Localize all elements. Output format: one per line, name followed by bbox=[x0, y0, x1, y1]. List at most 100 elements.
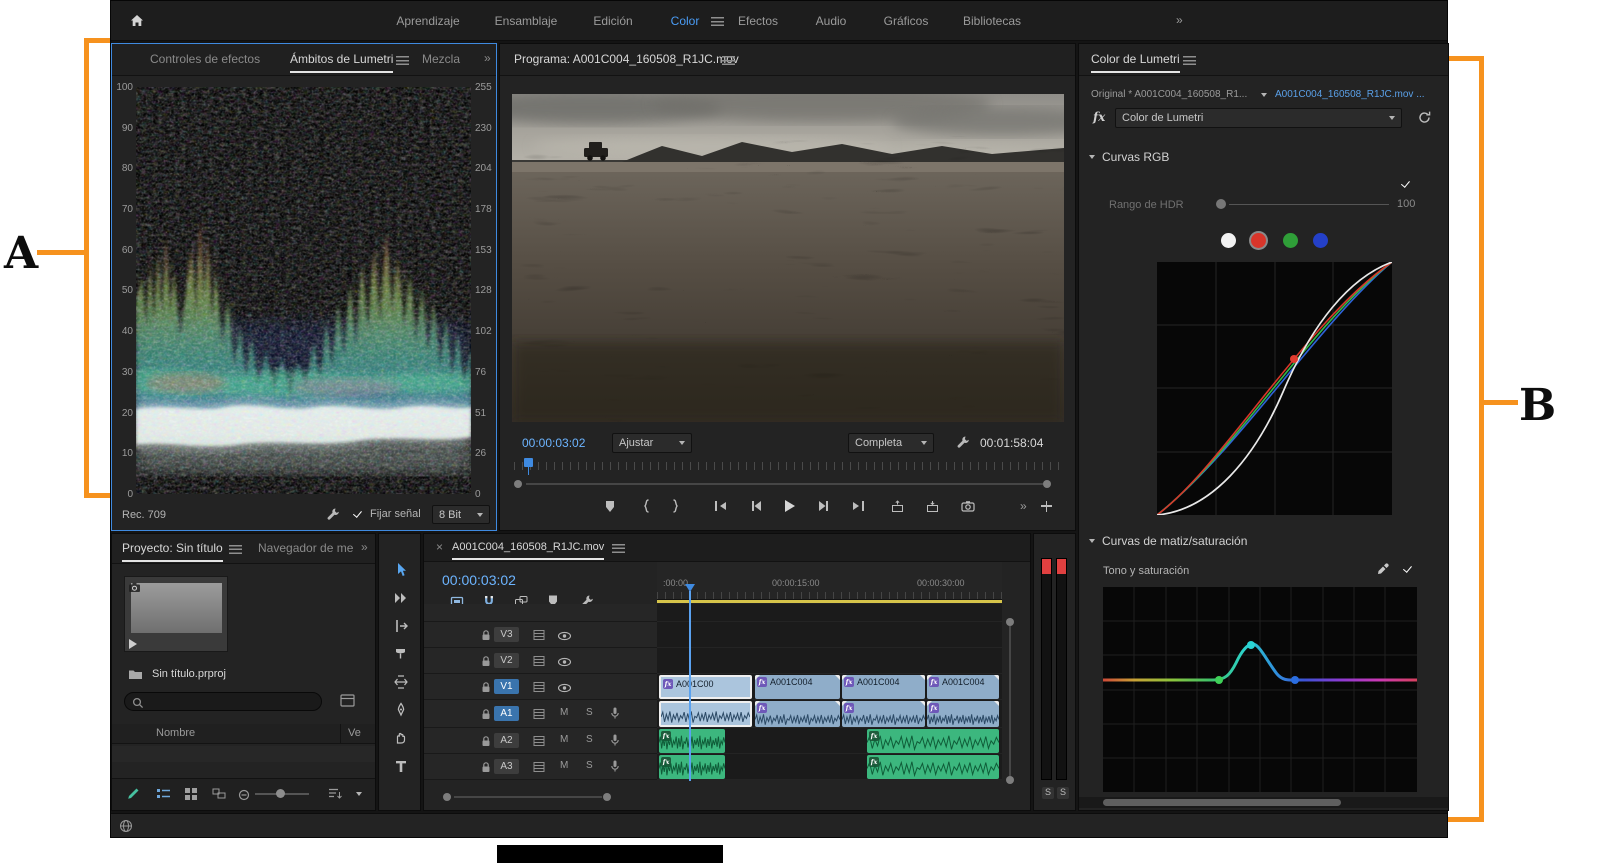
workspace-tab-edicion[interactable]: Edición bbox=[593, 14, 632, 28]
razor-tool-icon[interactable] bbox=[386, 642, 415, 666]
track-badge-a1[interactable]: A1 bbox=[494, 706, 519, 721]
mark-in-icon[interactable] bbox=[642, 494, 650, 518]
home-icon[interactable] bbox=[129, 13, 145, 34]
program-playhead[interactable] bbox=[524, 458, 533, 467]
export-frame-camera-icon[interactable] bbox=[961, 494, 975, 518]
timeline-vscroll-bottom-handle[interactable] bbox=[1006, 776, 1014, 784]
lock-icon[interactable] bbox=[479, 707, 493, 726]
writable-pen-icon[interactable] bbox=[126, 787, 140, 806]
column-header-name[interactable]: Nombre bbox=[156, 727, 195, 739]
add-marker-icon[interactable] bbox=[604, 494, 616, 518]
playback-quality-dropdown[interactable]: Completa bbox=[848, 433, 934, 453]
program-scrollbar-left-handle[interactable] bbox=[514, 480, 522, 488]
type-tool-icon[interactable] bbox=[386, 754, 415, 778]
timeline-zoom-left-handle[interactable] bbox=[443, 793, 451, 801]
track-v2[interactable] bbox=[657, 648, 1002, 674]
solo-button[interactable]: S bbox=[586, 707, 593, 718]
scope-settings-wrench-icon[interactable] bbox=[326, 507, 340, 526]
go-to-in-icon[interactable] bbox=[714, 494, 728, 518]
lock-icon[interactable] bbox=[479, 760, 493, 779]
ripple-edit-tool-icon[interactable] bbox=[386, 614, 415, 638]
program-scrollbar[interactable] bbox=[526, 483, 1043, 485]
workspace-tab-color[interactable]: Color bbox=[671, 14, 700, 28]
play-button-icon[interactable] bbox=[783, 494, 796, 518]
master-clip-chevron-icon[interactable] bbox=[1261, 93, 1267, 97]
source-track-icon[interactable] bbox=[532, 734, 546, 753]
lift-icon[interactable] bbox=[891, 494, 904, 518]
bit-depth-dropdown[interactable]: 8 Bit bbox=[432, 505, 490, 524]
hdr-range-slider-track[interactable] bbox=[1229, 204, 1389, 205]
mute-button[interactable]: M bbox=[560, 707, 568, 718]
timeline-vertical-scrollbar[interactable] bbox=[1009, 626, 1011, 776]
audio-clip-green[interactable]: fx bbox=[659, 729, 725, 753]
track-v3[interactable] bbox=[657, 622, 1002, 648]
fit-mode-dropdown[interactable]: Ajustar bbox=[612, 433, 692, 453]
transport-overflow-button[interactable]: » bbox=[1020, 494, 1027, 518]
timeline-tab[interactable]: A001C004_160508_R1JC.mov bbox=[452, 541, 605, 560]
audio-clip-green[interactable]: fx bbox=[867, 755, 999, 779]
curve-channel-green-button[interactable] bbox=[1283, 233, 1298, 248]
zoom-out-icon[interactable] bbox=[238, 788, 250, 806]
source-track-icon[interactable] bbox=[532, 680, 546, 699]
tab-lumetri-scopes[interactable]: Ámbitos de Lumetri bbox=[290, 52, 394, 73]
timeline-zoom-scrollbar[interactable] bbox=[454, 796, 602, 798]
source-track-icon[interactable] bbox=[532, 654, 546, 673]
mute-button[interactable]: M bbox=[560, 760, 568, 771]
thumbnail-zoom-slider-knob[interactable] bbox=[276, 789, 285, 798]
project-preview-thumbnail[interactable] bbox=[124, 576, 228, 652]
list-view-icon[interactable] bbox=[156, 787, 171, 805]
track-header-a2[interactable]: A2 M S bbox=[424, 728, 657, 754]
eyedropper-icon[interactable] bbox=[1376, 562, 1390, 581]
voiceover-mic-icon[interactable] bbox=[608, 706, 622, 726]
track-badge-v1[interactable]: V1 bbox=[494, 679, 519, 694]
selection-tool-icon[interactable] bbox=[386, 558, 415, 582]
curve-channel-red-button[interactable] bbox=[1251, 233, 1266, 248]
timeline-panel-menu-icon[interactable] bbox=[612, 544, 625, 553]
extract-icon[interactable] bbox=[926, 494, 939, 518]
track-header-v2[interactable]: V2 bbox=[424, 648, 657, 674]
workspace-tab-graficos[interactable]: Gráficos bbox=[884, 14, 929, 28]
track-header-a3[interactable]: A3 M S bbox=[424, 754, 657, 780]
program-scrollbar-right-handle[interactable] bbox=[1043, 480, 1051, 488]
slip-tool-icon[interactable] bbox=[386, 670, 415, 694]
lumetri-clip-link[interactable]: A001C004_160508_R1JC.mov ... bbox=[1275, 89, 1425, 100]
timeline-timecode[interactable]: 00:00:03:02 bbox=[442, 572, 516, 588]
curve-channel-white-button[interactable] bbox=[1221, 233, 1236, 248]
source-track-icon[interactable] bbox=[532, 628, 546, 647]
program-settings-wrench-icon[interactable] bbox=[956, 435, 970, 454]
timeline-ruler[interactable]: :00:00 00:00:15:00 00:00:30:00 bbox=[657, 562, 1002, 600]
tab-audio-mixer[interactable]: Mezcla bbox=[422, 52, 460, 66]
workspace-tab-ensamblaje[interactable]: Ensamblaje bbox=[495, 14, 558, 28]
hue-saturation-curve-graph[interactable] bbox=[1103, 587, 1417, 792]
reset-effect-icon[interactable] bbox=[1417, 110, 1432, 130]
section-rgb-curves[interactable]: Curvas RGB bbox=[1089, 150, 1169, 164]
toggle-track-output-eye-icon[interactable] bbox=[557, 681, 572, 699]
sort-icon[interactable] bbox=[328, 787, 342, 805]
effect-name-dropdown[interactable]: Color de Lumetri bbox=[1115, 108, 1402, 128]
footer-overflow-chevron-icon[interactable] bbox=[356, 792, 362, 796]
program-panel-menu-icon[interactable] bbox=[722, 56, 735, 65]
timeline-close-icon[interactable]: × bbox=[436, 540, 443, 554]
lumetri-title[interactable]: Color de Lumetri bbox=[1091, 52, 1180, 73]
solo-button[interactable]: S bbox=[586, 734, 593, 745]
audio-clip-green[interactable]: fx bbox=[659, 755, 725, 779]
toggle-track-output-eye-icon[interactable] bbox=[557, 655, 572, 673]
tab-effect-controls[interactable]: Controles de efectos bbox=[150, 52, 260, 66]
scopes-tab-overflow[interactable]: » bbox=[484, 51, 491, 65]
tab-media-browser[interactable]: Navegador de me bbox=[258, 541, 353, 555]
lumetri-panel-menu-icon[interactable] bbox=[1183, 56, 1196, 65]
track-badge-v3[interactable]: V3 bbox=[494, 627, 519, 642]
step-forward-icon[interactable] bbox=[818, 494, 830, 518]
step-back-icon[interactable] bbox=[750, 494, 762, 518]
voiceover-mic-icon[interactable] bbox=[608, 733, 622, 753]
timeline-vscroll-top-handle[interactable] bbox=[1006, 618, 1014, 626]
program-time-ruler[interactable] bbox=[514, 462, 1063, 470]
lock-icon[interactable] bbox=[479, 628, 493, 647]
rgb-curves-graph[interactable] bbox=[1157, 262, 1392, 515]
project-file-name[interactable]: Sin título.prproj bbox=[152, 668, 226, 680]
column-divider[interactable] bbox=[340, 724, 341, 744]
workspace-menu-icon[interactable] bbox=[711, 17, 724, 26]
audio-clip-green[interactable]: fx bbox=[867, 729, 999, 753]
search-bin-icon[interactable] bbox=[340, 693, 356, 713]
source-track-icon[interactable] bbox=[532, 760, 546, 779]
